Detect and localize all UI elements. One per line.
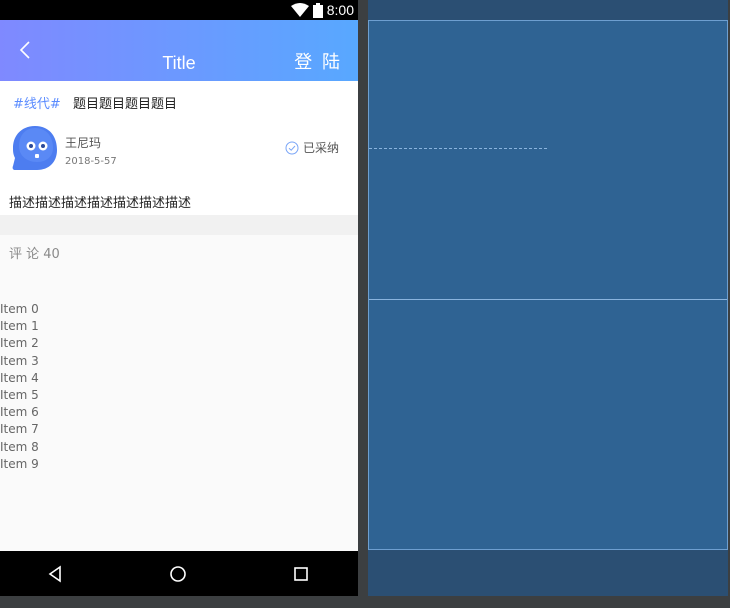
bottom-strip <box>0 596 730 608</box>
adopted-label: 已采纳 <box>302 141 339 155</box>
adopted-status: 已采纳 <box>285 139 339 156</box>
blueprint-guide-line <box>369 148 547 149</box>
square-recent-icon[interactable] <box>291 564 311 584</box>
list-item[interactable]: Item 8 <box>0 439 39 456</box>
blueprint-panel <box>368 0 728 596</box>
blueprint-split-line <box>369 299 727 300</box>
question-card: #线代# 题目题目题目题目 王尼玛 2018-5-57 已采纳 描述描述描述描述… <box>0 81 358 215</box>
list-item[interactable]: Item 7 <box>0 421 39 438</box>
blueprint-frame[interactable] <box>368 20 728 550</box>
status-time: 8:00 <box>326 2 354 18</box>
question-title: 题目题目题目题目 <box>72 97 177 112</box>
status-icons: 8:00 <box>290 2 354 18</box>
list-item[interactable]: Item 4 <box>0 370 39 387</box>
list-item[interactable]: Item 1 <box>0 318 39 335</box>
list-item[interactable]: Item 9 <box>0 456 39 473</box>
list-item[interactable]: Item 3 <box>0 353 39 370</box>
content-area: #线代# 题目题目题目题目 王尼玛 2018-5-57 已采纳 描述描述描述描述… <box>0 81 358 551</box>
circle-home-icon[interactable] <box>168 564 188 584</box>
question-header: #线代# 题目题目题目题目 <box>13 97 177 113</box>
triangle-back-icon[interactable] <box>46 564 66 584</box>
panel-separator <box>358 0 368 596</box>
list-item[interactable]: Item 0 <box>0 301 39 318</box>
wifi-icon <box>290 3 309 17</box>
list-item[interactable]: Item 6 <box>0 404 39 421</box>
phone-preview: 8:00 Title 登 陆 #线代# 题目题目题目题目 王尼玛 2018-5-… <box>0 0 358 596</box>
navigation-bar <box>0 551 358 596</box>
topic-tag[interactable]: #线代# <box>13 97 61 112</box>
login-button[interactable]: 登 陆 <box>294 52 342 74</box>
post-date: 2018-5-57 <box>65 156 117 167</box>
battery-icon <box>312 2 323 18</box>
status-bar: 8:00 <box>0 0 358 20</box>
app-bar: Title 登 陆 <box>0 20 358 81</box>
section-divider <box>0 215 358 235</box>
list-item[interactable]: Item 5 <box>0 387 39 404</box>
comment-list: Item 0 Item 1 Item 2 Item 3 Item 4 Item … <box>0 301 39 473</box>
check-circle-icon <box>285 141 299 154</box>
author-name: 王尼玛 <box>65 136 102 150</box>
question-description: 描述描述描述描述描述描述描述 <box>9 196 192 211</box>
avatar[interactable] <box>11 124 59 172</box>
comment-count: 评 论 40 <box>9 247 60 262</box>
list-item[interactable]: Item 2 <box>0 335 39 352</box>
